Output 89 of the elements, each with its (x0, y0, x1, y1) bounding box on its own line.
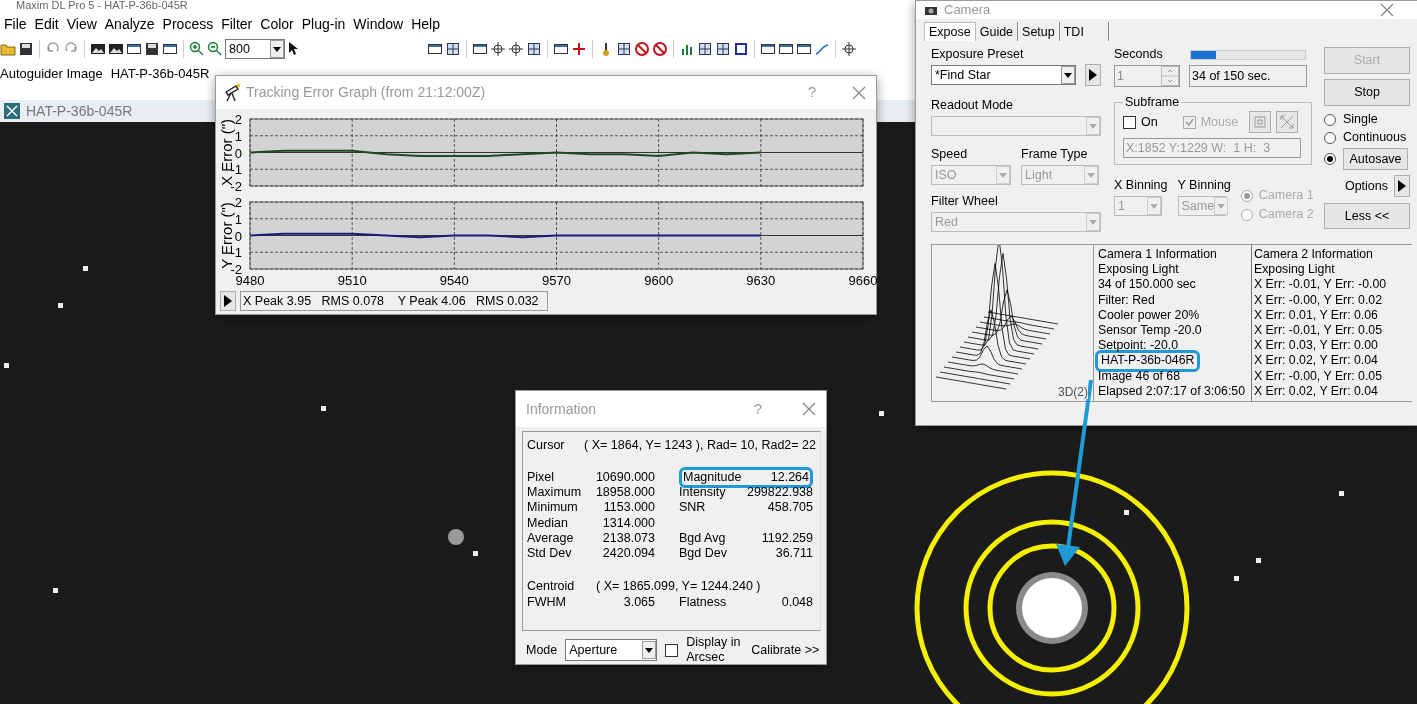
field-label: X Binning (1114, 178, 1168, 193)
field-label: Readout Mode (931, 98, 1014, 113)
stat-value: ( X= 1865.099, Y= 1244.240 ) (596, 577, 761, 595)
stat-label: Bgd Avg (679, 530, 727, 547)
field-label: Frame Type (1021, 147, 1089, 162)
info-line: Exposing Light (1254, 262, 1336, 278)
checkbox-label: Mouse (1200, 114, 1239, 130)
axis-tick-label: 9600 (644, 273, 674, 288)
subframe-field: X:1852 Y:1229 W: 1 H: 3 (1123, 138, 1301, 158)
stat-label: Std Dev (527, 546, 573, 562)
info-line: Cooler power 20% (1098, 307, 1201, 323)
info-line: X Err: -0.00, Y Err: 0.05 (1254, 368, 1384, 384)
stat-value: 0.048 (780, 595, 813, 611)
stat-value: 2420.094 (601, 546, 655, 562)
stat-value: 18958.000 (594, 485, 655, 501)
profile-label: 3D(2) (1058, 385, 1088, 399)
toolbar-label: Autoguider Image (0, 65, 103, 84)
options-label: Options (1344, 178, 1388, 194)
stat-value: 12.264 (769, 469, 809, 486)
stat-label: Cursor (527, 437, 566, 454)
window-title: Information (526, 399, 597, 419)
info-line: X Err: -0.01, Y Err: 0.05 (1254, 323, 1384, 339)
info-line: X Err: -0.01, Y Err: -0.00 (1254, 277, 1388, 293)
axis-tick-label: 9630 (746, 273, 776, 288)
radio-label: Camera 1 (1258, 188, 1314, 203)
axis-tick-label: 2 (234, 113, 242, 127)
stat-value: 3.065 (622, 595, 655, 611)
stat-value: 1314.000 (601, 515, 655, 531)
field-label: Speed (931, 147, 969, 162)
field-label: Exposure Preset (931, 47, 1025, 62)
stat-value: ( X= 1864, Y= 1243 ), Rad= 10, Rad2= 22 (584, 437, 816, 454)
info-line: Camera 2 Information (1254, 247, 1374, 263)
field-label: Filter Wheel (931, 194, 999, 209)
axis-tick-label: 9510 (337, 273, 367, 288)
info-line: X Err: 0.03, Y Err: 0.00 (1254, 338, 1379, 354)
info-line: 34 of 150.000 sec (1098, 277, 1197, 293)
field-label: Seconds (1114, 47, 1164, 62)
stat-value: 10690.000 (594, 469, 655, 486)
stat-label: Average (527, 530, 575, 547)
stat-value: 2138.073 (601, 530, 655, 547)
stat-label: Pixel (527, 469, 556, 486)
stat-label: SNR (679, 500, 707, 516)
stat-label: Magnitude (683, 469, 742, 486)
stat-label: Maximum (527, 485, 583, 501)
info-line: X Err: -0.00, Y Err: 0.02 (1254, 292, 1384, 308)
axis-tick-label: -2 (230, 179, 242, 194)
axis-tick-label: 9540 (439, 273, 469, 288)
stat-value: 1153.000 (602, 500, 655, 516)
info-line: X Err: 0.01, Y Err: 0.06 (1254, 307, 1379, 323)
radio-label: Single (1343, 112, 1378, 127)
stat-label: Minimum (527, 500, 579, 516)
stat-value: 1192.259 (760, 530, 813, 547)
axis-tick-label: 0 (234, 228, 242, 244)
field-label: Y Binning (1177, 178, 1231, 193)
info-line: Elapsed 2:07:17 of 3:06:50 (1098, 383, 1246, 400)
window-title: Tracking Error Graph (from 21:12:00Z) (246, 83, 486, 102)
readout-field: X Peak 3.95 RMS 0.078 Y Peak 4.06 RMS 0.032 (240, 291, 548, 311)
axis-tick-label: 1 (234, 211, 242, 227)
stat-label: Centroid (527, 577, 576, 595)
radio-label: Continuous (1343, 130, 1407, 145)
stat-label: Intensity (679, 485, 727, 501)
stat-value: 299822.938 (745, 485, 813, 501)
image-window-title: HAT-P-36b-045R (26, 101, 133, 121)
stat-value: 458.705 (766, 500, 813, 516)
info-line: Sensor Temp -20.0 (1098, 323, 1203, 339)
stat-label: Bgd Dev (679, 546, 728, 562)
axis-tick-label: 0 (234, 145, 242, 161)
info-line: Exposing Light (1098, 262, 1180, 278)
window-title: Camera (944, 1, 991, 20)
info-line: X Err: 0.02, Y Err: 0.04 (1254, 353, 1379, 369)
info-line: Camera 1 Information (1098, 247, 1218, 263)
stat-value: 36.711 (774, 546, 813, 562)
axis-tick-label: 9570 (542, 273, 571, 288)
app-window-title: Maxim DL Pro 5 - HAT-P-36b-045R (15, 0, 188, 12)
info-line: Filter: Red (1098, 292, 1156, 308)
info-line: X Err: 0.02, Y Err: 0.04 (1254, 383, 1379, 400)
checkbox-label: On (1141, 114, 1158, 130)
radio-label: Camera 2 (1258, 207, 1314, 222)
field-label: Mode (526, 642, 558, 658)
axis-tick-label: 9660 (848, 273, 878, 288)
axis-tick-label: 2 (234, 196, 242, 210)
checkbox-label: Display in Arcsec (686, 635, 742, 665)
stat-label: Flatness (679, 595, 728, 611)
stat-label: Median (527, 515, 569, 531)
stat-label: FWHM (527, 595, 567, 611)
group-title: Subframe (1124, 95, 1181, 109)
axis-tick-label: 9480 (235, 273, 265, 288)
progress-reading: 34 of 150 sec. (1189, 65, 1307, 87)
axis-tick-label: 1 (234, 128, 242, 144)
